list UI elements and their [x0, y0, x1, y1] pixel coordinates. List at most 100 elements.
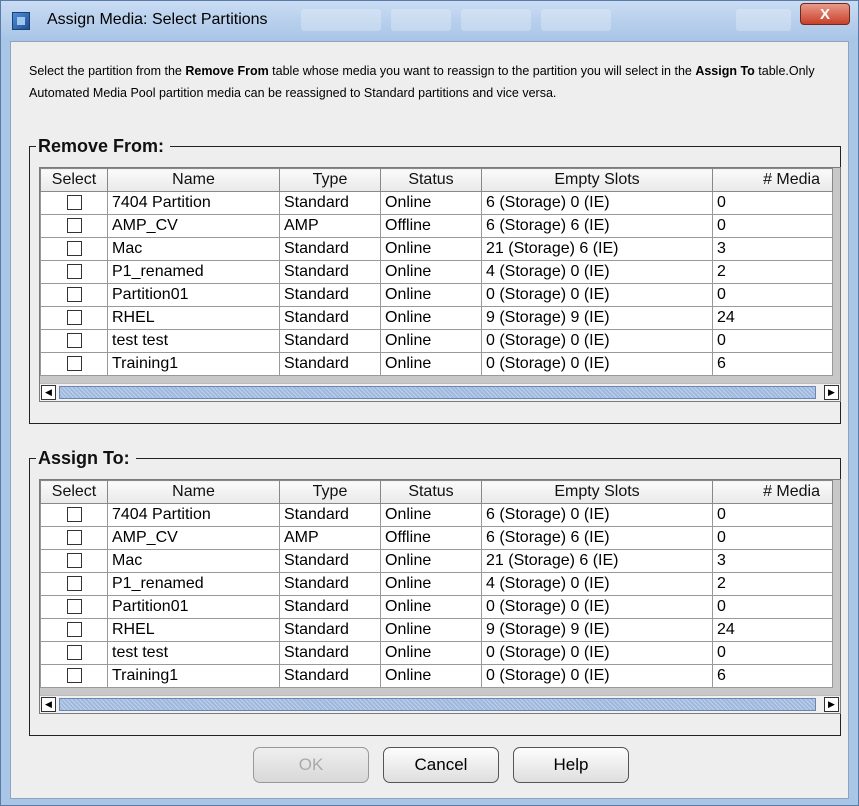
table-row[interactable]: Partition01 Standard Online 0 (Storage) 0 (…: [40, 283, 833, 307]
cell-media: 6: [712, 352, 833, 376]
row-checkbox[interactable]: [66, 576, 82, 592]
cell-type: Standard: [279, 260, 381, 284]
column-header[interactable]: # Media: [712, 480, 833, 504]
cell-slots: 0 (Storage) 0 (IE): [481, 595, 713, 619]
select-cell: [40, 549, 108, 573]
select-cell: [40, 260, 108, 284]
table-row[interactable]: P1_renamed Standard Online 4 (Storage) 0 (I…: [40, 260, 833, 284]
ok-button[interactable]: OK: [253, 747, 369, 783]
cell-slots: 6 (Storage) 0 (IE): [481, 503, 713, 527]
cell-name: test test: [107, 641, 280, 665]
background-tab: [461, 9, 531, 31]
cell-name: 7404 Partition: [107, 191, 280, 215]
remove-from-hscrollbar[interactable]: ◀ ▶: [40, 383, 840, 401]
select-cell: [40, 503, 108, 527]
help-button[interactable]: Help: [513, 747, 629, 783]
column-header[interactable]: Select: [40, 480, 108, 504]
row-checkbox[interactable]: [66, 530, 82, 546]
cell-status: Online: [380, 641, 482, 665]
table-row[interactable]: 7404 Partition Standard Online 6 (Storage) …: [40, 503, 833, 527]
assign-to-hscrollbar[interactable]: ◀ ▶: [40, 695, 840, 713]
cell-media: 0: [712, 526, 833, 550]
row-checkbox[interactable]: [66, 310, 82, 326]
cell-name: P1_renamed: [107, 572, 280, 596]
cell-status: Offline: [380, 526, 482, 550]
cell-name: Partition01: [107, 595, 280, 619]
row-checkbox[interactable]: [66, 356, 82, 372]
cell-name: Training1: [107, 352, 280, 376]
table-row[interactable]: AMP_CV AMP Offline 6 (Storage) 6 (IE) 0: [40, 526, 833, 550]
scroll-right-icon[interactable]: ▶: [824, 697, 839, 712]
assign-to-group: Assign To: Select Name Type Status Empty Slo…: [29, 447, 841, 736]
cell-slots: 6 (Storage) 6 (IE): [481, 214, 713, 238]
column-header[interactable]: Name: [107, 168, 280, 192]
cell-name: test test: [107, 329, 280, 353]
table-row[interactable]: Partition01 Standard Online 0 (Storage) 0 (…: [40, 595, 833, 619]
column-header[interactable]: Empty Slots: [481, 168, 713, 192]
row-checkbox[interactable]: [66, 195, 82, 211]
table-row[interactable]: Mac Standard Online 21 (Storage) 6 (IE) 3: [40, 237, 833, 261]
row-checkbox[interactable]: [66, 264, 82, 280]
column-header[interactable]: Name: [107, 480, 280, 504]
scroll-left-icon[interactable]: ◀: [41, 385, 56, 400]
row-checkbox[interactable]: [66, 599, 82, 615]
cell-status: Online: [380, 549, 482, 573]
cell-media: 0: [712, 283, 833, 307]
table-row[interactable]: 7404 Partition Standard Online 6 (Storage) …: [40, 191, 833, 215]
cell-media: 0: [712, 641, 833, 665]
title-bar[interactable]: Assign Media: Select Partitions X: [1, 1, 858, 41]
table-row[interactable]: P1_renamed Standard Online 4 (Storage) 0 (I…: [40, 572, 833, 596]
instructions-bold: Remove From: [185, 64, 269, 78]
row-checkbox[interactable]: [66, 333, 82, 349]
cell-name: 7404 Partition: [107, 503, 280, 527]
close-button[interactable]: X: [800, 3, 850, 25]
cell-name: RHEL: [107, 306, 280, 330]
select-cell: [40, 191, 108, 215]
column-header[interactable]: Status: [380, 480, 482, 504]
cell-slots: 0 (Storage) 0 (IE): [481, 283, 713, 307]
row-checkbox[interactable]: [66, 218, 82, 234]
row-checkbox[interactable]: [66, 241, 82, 257]
cell-status: Online: [380, 237, 482, 261]
scroll-right-icon[interactable]: ▶: [824, 385, 839, 400]
cell-slots: 0 (Storage) 0 (IE): [481, 641, 713, 665]
column-header[interactable]: Select: [40, 168, 108, 192]
scroll-left-icon[interactable]: ◀: [41, 697, 56, 712]
background-tab: [391, 9, 451, 31]
select-cell: [40, 352, 108, 376]
cell-type: Standard: [279, 595, 381, 619]
column-header[interactable]: Empty Slots: [481, 480, 713, 504]
select-cell: [40, 572, 108, 596]
cell-type: Standard: [279, 329, 381, 353]
table-row[interactable]: Mac Standard Online 21 (Storage) 6 (IE) 3: [40, 549, 833, 573]
cell-status: Online: [380, 503, 482, 527]
table-row[interactable]: test test Standard Online 0 (Storage) 0 (IE…: [40, 641, 833, 665]
table-row[interactable]: RHEL Standard Online 9 (Storage) 9 (IE) 24: [40, 306, 833, 330]
table-row[interactable]: RHEL Standard Online 9 (Storage) 9 (IE) 24: [40, 618, 833, 642]
column-header[interactable]: Status: [380, 168, 482, 192]
scroll-thumb[interactable]: [59, 386, 816, 399]
cell-slots: 9 (Storage) 9 (IE): [481, 618, 713, 642]
cancel-button[interactable]: Cancel: [383, 747, 499, 783]
table-row[interactable]: AMP_CV AMP Offline 6 (Storage) 6 (IE) 0: [40, 214, 833, 238]
cell-slots: 0 (Storage) 0 (IE): [481, 352, 713, 376]
column-header[interactable]: # Media: [712, 168, 833, 192]
column-header[interactable]: Type: [279, 480, 381, 504]
cell-slots: 6 (Storage) 6 (IE): [481, 526, 713, 550]
row-checkbox[interactable]: [66, 622, 82, 638]
row-checkbox[interactable]: [66, 287, 82, 303]
cell-status: Online: [380, 618, 482, 642]
cell-media: 6: [712, 664, 833, 688]
cell-status: Online: [380, 306, 482, 330]
scroll-thumb[interactable]: [59, 698, 816, 711]
table-row[interactable]: Training1 Standard Online 0 (Storage) 0 (IE…: [40, 352, 833, 376]
row-checkbox[interactable]: [66, 668, 82, 684]
table-row[interactable]: test test Standard Online 0 (Storage) 0 (IE…: [40, 329, 833, 353]
row-checkbox[interactable]: [66, 553, 82, 569]
table-row[interactable]: Training1 Standard Online 0 (Storage) 0 (IE…: [40, 664, 833, 688]
cell-name: AMP_CV: [107, 526, 280, 550]
column-header[interactable]: Type: [279, 168, 381, 192]
row-checkbox[interactable]: [66, 645, 82, 661]
row-checkbox[interactable]: [66, 507, 82, 523]
cell-media: 0: [712, 329, 833, 353]
